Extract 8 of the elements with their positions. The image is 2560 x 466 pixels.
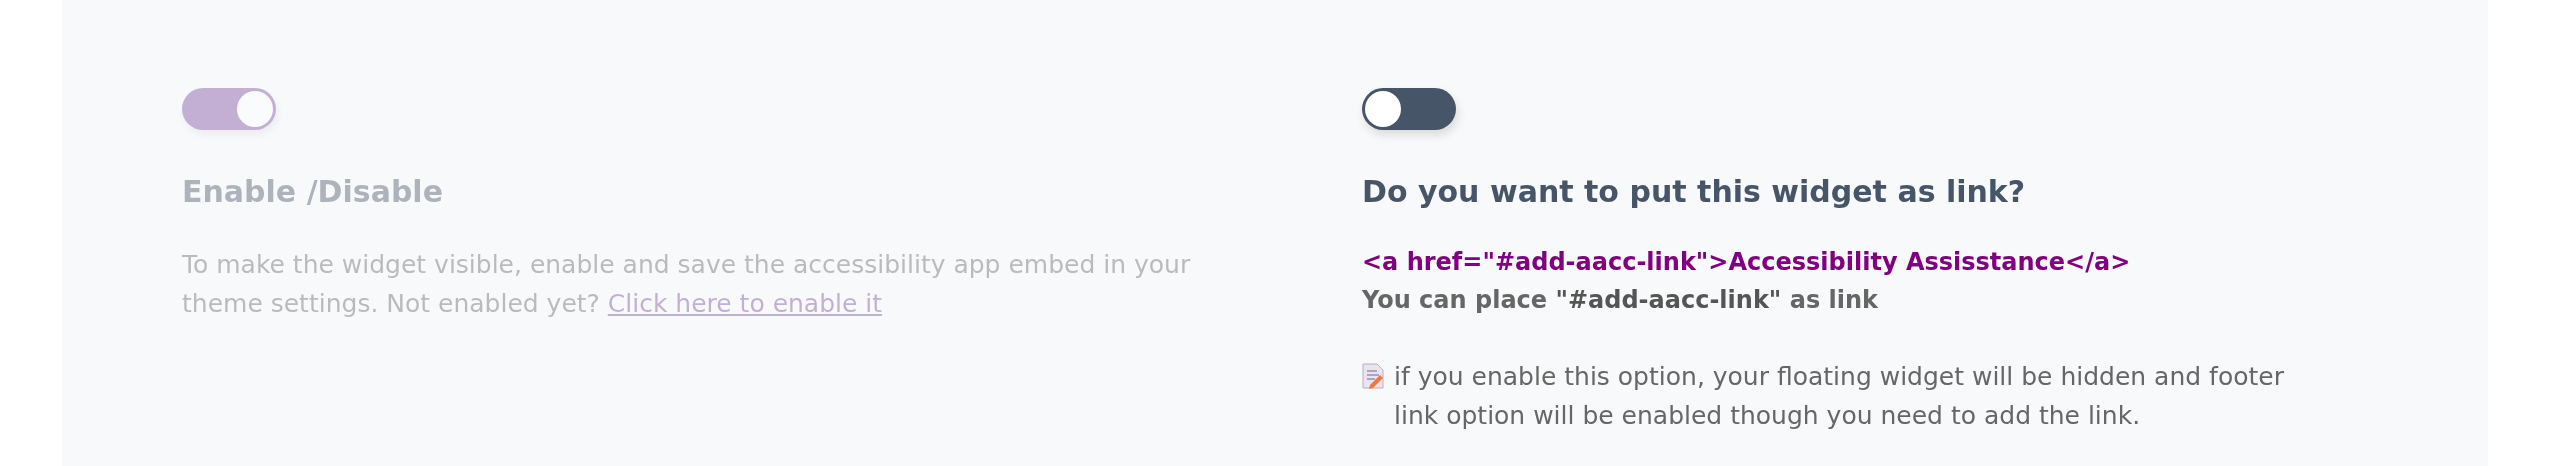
hint-text: You can place "#add-aacc-link" as link bbox=[1362, 285, 1879, 316]
code-snippet: <a href="#add-aacc-link">Accessibility Assisstance</a> bbox=[1362, 247, 2131, 278]
setting-title: Enable /Disable bbox=[182, 174, 443, 209]
memo-pencil-icon bbox=[1362, 363, 1384, 389]
setting-title: Do you want to put this widget as link? bbox=[1362, 174, 2026, 209]
toggle-switch[interactable] bbox=[1362, 88, 1456, 130]
setting-description: To make the widget visible, enable and save the accessibility app embed in your theme settings. Not enabled yet? Click here to enable it bbox=[182, 249, 1192, 320]
note-text: if you enable this option, your floating widget will be hidden and footer link option will be enabled though you need to add the link. bbox=[1394, 361, 2285, 432]
